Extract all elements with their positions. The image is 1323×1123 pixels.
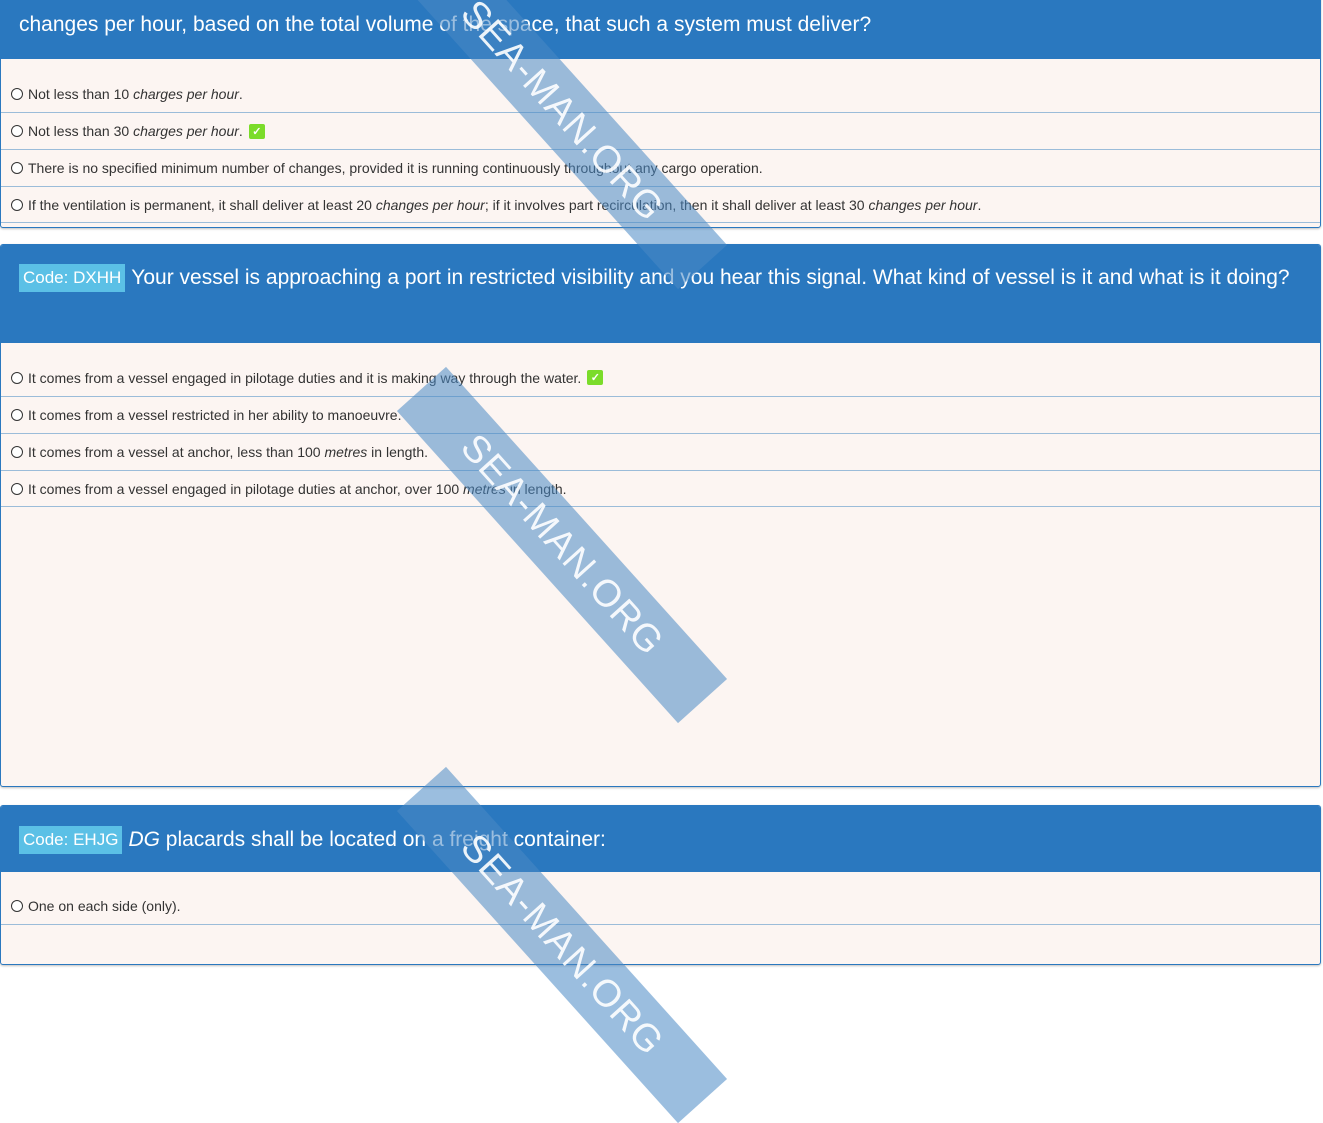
radio-icon[interactable] bbox=[11, 198, 23, 211]
answer-text: One on each side (only). bbox=[28, 898, 181, 914]
radio-icon[interactable] bbox=[11, 409, 23, 421]
radio-icon[interactable] bbox=[11, 162, 23, 174]
answer-text: Not less than 10 charges per hour. bbox=[28, 85, 243, 102]
answer-text: If the ventilation is permanent, it shal… bbox=[28, 196, 982, 213]
answer-option[interactable]: Not less than 30 charges per hour. ✓ bbox=[1, 112, 1320, 149]
answer-option[interactable]: It comes from a vessel restricted in her… bbox=[1, 396, 1320, 433]
question-header: changes per hour, based on the total vol… bbox=[1, 0, 1320, 59]
question-card-3: Code: EHJG DG placards shall be located o… bbox=[0, 805, 1321, 965]
answer-text: It comes from a vessel engaged in pilota… bbox=[28, 369, 582, 386]
check-mark-icon: ✓ bbox=[587, 370, 604, 385]
check-mark-icon: ✓ bbox=[248, 123, 265, 139]
question-card-1: changes per hour, based on the total vol… bbox=[0, 0, 1321, 228]
answer-option[interactable]: Not less than 10 charges per hour. bbox=[1, 75, 1320, 112]
radio-icon[interactable] bbox=[11, 371, 23, 384]
answer-list: It comes from a vessel engaged in pilota… bbox=[1, 343, 1320, 507]
question-text: placards shall be located on a freight c… bbox=[159, 828, 606, 851]
question-text: changes per hour, based on the total vol… bbox=[19, 13, 872, 36]
answer-text: Not less than 30 charges per hour. bbox=[28, 123, 243, 139]
answer-option[interactable]: If the ventilation is permanent, it shal… bbox=[1, 186, 1320, 223]
radio-icon[interactable] bbox=[11, 446, 23, 458]
answer-option[interactable]: It comes from a vessel at anchor, less t… bbox=[1, 433, 1320, 470]
answer-text: There is no specified minimum number of … bbox=[28, 160, 763, 176]
radio-icon[interactable] bbox=[11, 482, 23, 495]
question-header: Code: EHJG DG placards shall be located o… bbox=[1, 806, 1320, 872]
code-badge: Code: DXHH bbox=[19, 264, 126, 292]
answer-text: It comes from a vessel engaged in pilota… bbox=[28, 480, 567, 497]
answer-text: It comes from a vessel restricted in her… bbox=[28, 407, 402, 423]
answer-option[interactable]: It comes from a vessel engaged in pilota… bbox=[1, 470, 1320, 507]
question-text: Your vessel is approaching a port in res… bbox=[131, 266, 1290, 289]
radio-icon[interactable] bbox=[11, 125, 23, 137]
question-emphasis: DG bbox=[128, 828, 160, 851]
answer-list: One on each side (only). bbox=[1, 872, 1320, 925]
answer-option[interactable]: One on each side (only). bbox=[1, 888, 1320, 925]
answer-option[interactable]: It comes from a vessel engaged in pilota… bbox=[1, 359, 1320, 396]
answer-list: Not less than 10 charges per hour. Not l… bbox=[1, 59, 1320, 223]
answer-text: It comes from a vessel at anchor, less t… bbox=[28, 444, 428, 460]
question-header: Code: DXHH Your vessel is approaching a p… bbox=[1, 245, 1320, 343]
code-badge: Code: EHJG bbox=[19, 826, 123, 854]
answer-option[interactable]: There is no specified minimum number of … bbox=[1, 149, 1320, 186]
radio-icon[interactable] bbox=[11, 87, 23, 100]
radio-icon[interactable] bbox=[11, 900, 23, 912]
question-card-2: Code: DXHH Your vessel is approaching a p… bbox=[0, 244, 1321, 787]
